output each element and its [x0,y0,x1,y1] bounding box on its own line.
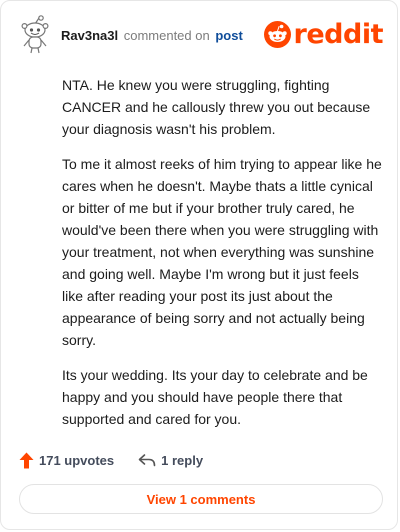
reply-button[interactable]: 1 reply [138,453,203,468]
post-link[interactable]: post [215,28,242,43]
comment-paragraph-1: NTA. He knew you were struggling, fighti… [62,77,371,137]
meta-text: commented on [123,28,210,43]
snoo-avatar-icon [21,15,49,54]
reply-arrow-icon [138,454,156,467]
comment-byline: Rav3na3l commented on post [61,28,243,43]
comment-body: NTA. He knew you were struggling, fighti… [62,74,382,443]
username-link[interactable]: Rav3na3l [61,28,118,43]
brand-name: reddit [293,18,384,50]
view-comments-button[interactable]: View 1 comments [19,484,383,514]
reply-count: 1 reply [161,452,204,468]
upvote-arrow-icon [19,452,34,468]
avatar[interactable] [17,15,53,55]
reddit-snoo-icon [263,20,291,48]
upvote-count: 171 upvotes [39,452,115,468]
comment-paragraph-3: Its your wedding. Its your day to celebr… [62,367,368,427]
reddit-logo[interactable]: reddit [263,18,384,50]
comment-header: Rav3na3l commented on post reddit [17,15,384,55]
comment-paragraph-2: To me it almost reeks of him trying to a… [62,156,382,348]
upvote-button[interactable]: 171 upvotes [19,452,114,469]
comment-card: Rav3na3l commented on post reddit NTA. H… [0,0,398,530]
comment-actions: 171 upvotes 1 reply [19,449,227,471]
